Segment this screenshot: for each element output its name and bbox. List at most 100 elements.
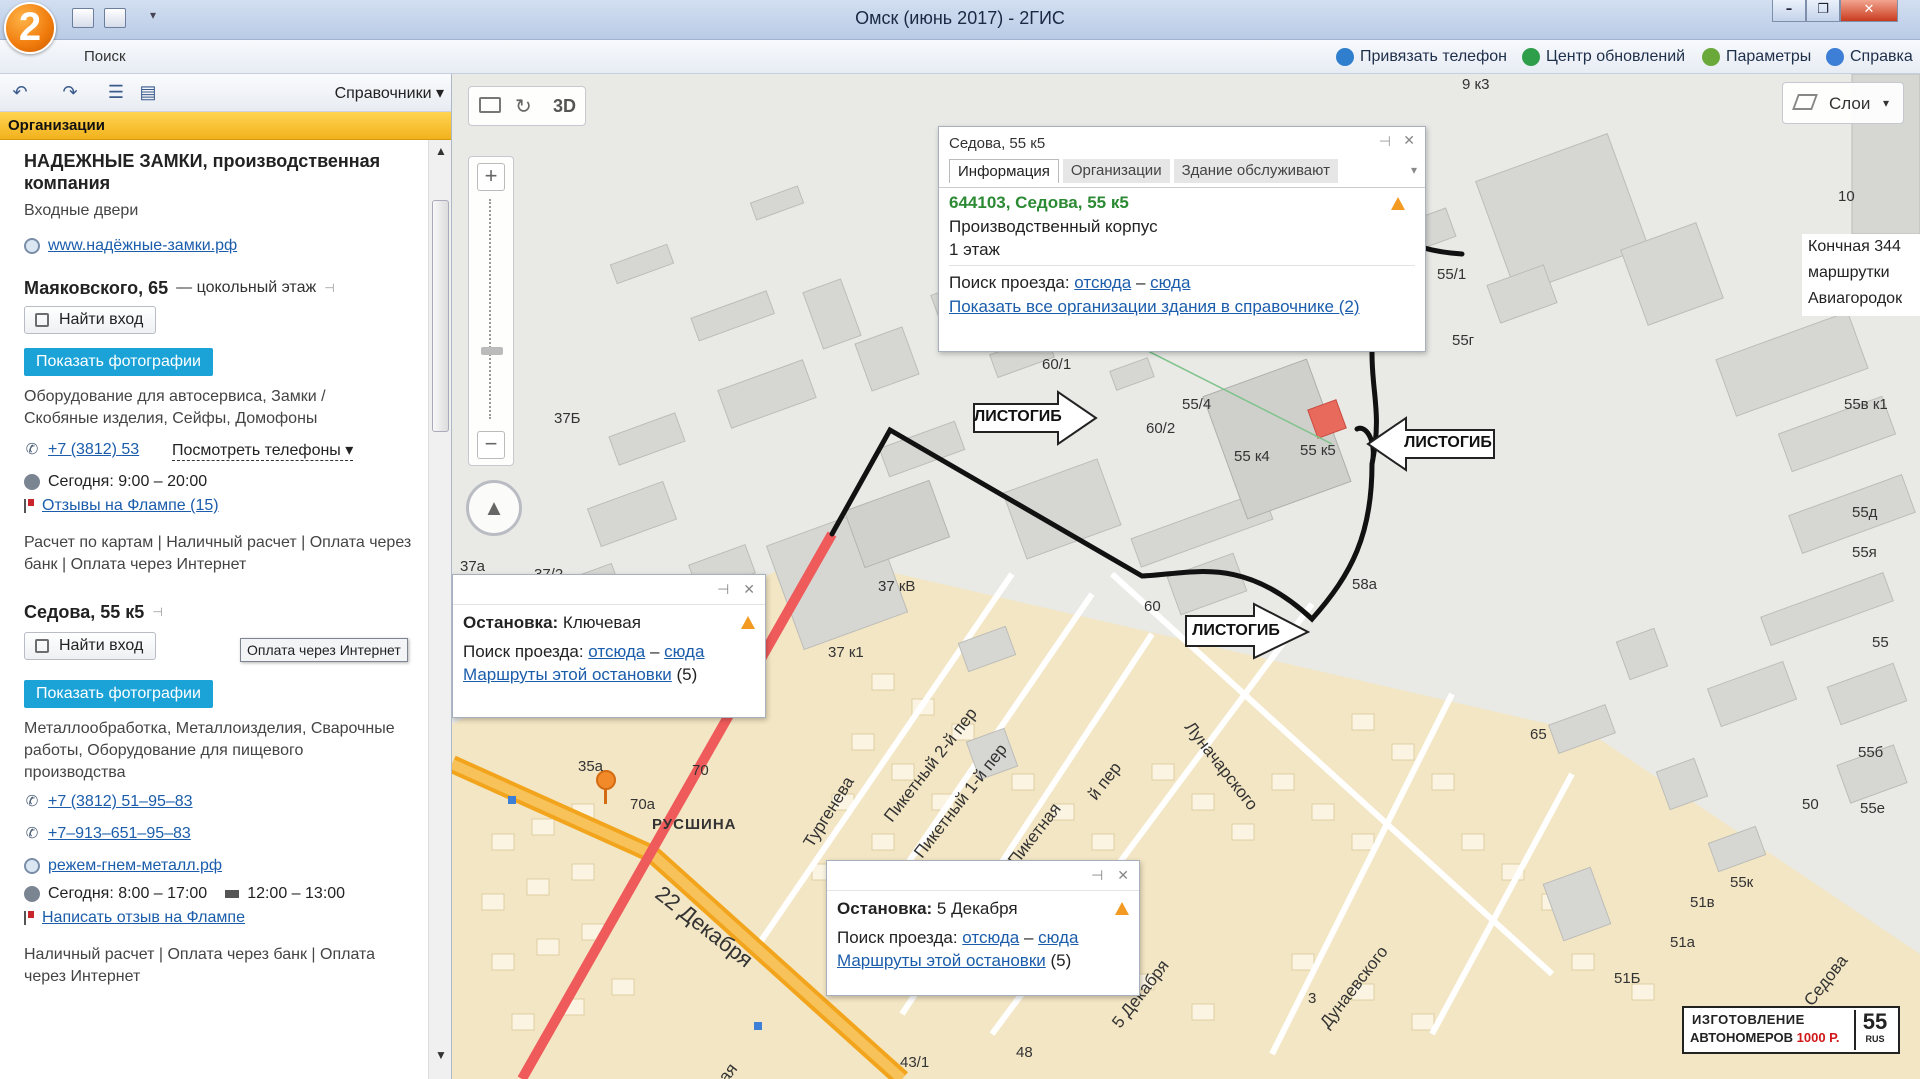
address-note: — цокольный этаж (176, 279, 317, 296)
scroll-up-icon[interactable]: ▲ (435, 144, 447, 158)
show-photos-button[interactable]: Показать фотографии (24, 348, 213, 376)
link-bind-phone[interactable]: Привязать телефон (1336, 44, 1507, 70)
stop-routes-link[interactable]: Маршруты этой остановки (463, 665, 672, 684)
chevron-down-icon: ▾ (1883, 96, 1890, 110)
zoom-in-button[interactable]: + (477, 163, 505, 191)
close-popup-icon[interactable]: ✕ (1117, 867, 1129, 884)
route-from-link[interactable]: отсюда (588, 642, 645, 661)
org-mobile-link[interactable]: +7–913–651–95–83 (48, 825, 191, 843)
pin-icon[interactable]: ⊣ (324, 281, 334, 295)
stop-routes-row: Маршруты этой остановки (5) (837, 949, 1129, 972)
scroll-down-icon[interactable]: ▼ (435, 1048, 447, 1062)
zoom-out-button[interactable]: − (477, 431, 505, 459)
maximize-button[interactable]: ❐ (1806, 0, 1840, 22)
popup-body: Остановка: Ключевая Поиск проезда: отсюд… (453, 605, 765, 692)
pin-popup-icon[interactable]: ⊣ (1091, 867, 1103, 884)
find-entrance-button[interactable]: Найти вход (24, 632, 157, 660)
layers-button[interactable]: Слои ▾ (1782, 82, 1904, 124)
warning-icon[interactable] (741, 616, 755, 629)
note-line: Кончная 344 (1808, 238, 1901, 255)
building-info: Производственный корпус 1 этаж (949, 215, 1158, 261)
route-from-link[interactable]: отсюда (962, 928, 1019, 947)
payment-methods: Расчет по картам | Наличный расчет | Опл… (24, 534, 412, 573)
close-popup-icon[interactable]: ✕ (1403, 132, 1415, 149)
rotate-icon[interactable]: ↻ (515, 94, 532, 119)
app-logo[interactable]: 2 (4, 2, 56, 54)
org-subtitle: Входные двери (24, 202, 139, 219)
door-icon (35, 313, 49, 327)
warning-icon[interactable] (1391, 197, 1405, 210)
ad-banner[interactable]: ИЗГОТОВЛЕНИЕ АВТОНОМЕРОВ 1000 Р. 55 RUS (1682, 1006, 1900, 1054)
popup-header: ⊣ ✕ (453, 575, 765, 605)
reviews-link[interactable]: Отзывы на Флампе (15) (42, 497, 219, 515)
map-view[interactable]: 9 к3 10 55/1 55г 55в к1 55д 55я 55 55б 5… (452, 74, 1920, 1079)
map-label: 35а (578, 758, 604, 775)
find-entrance-button[interactable]: Найти вход (24, 306, 157, 334)
link-settings[interactable]: Параметры (1702, 44, 1811, 70)
write-review-link[interactable]: Написать отзыв на Флампе (42, 909, 245, 927)
print-list-icon[interactable]: ▤ (136, 82, 160, 102)
link-help[interactable]: Справка (1826, 44, 1913, 70)
refresh-icon (1522, 48, 1540, 66)
route-dash: – (649, 642, 660, 661)
ruler-icon[interactable] (479, 97, 501, 113)
route-to-link[interactable]: сюда (664, 642, 704, 661)
org-categories: Оборудование для автосервиса, Замки / Ск… (24, 388, 326, 427)
org-title[interactable]: НАДЕЖНЫЕ ЗАМКИ, производственная компани… (24, 150, 404, 194)
route-from-link[interactable]: отсюда (1074, 273, 1131, 292)
route-dash: – (1023, 928, 1034, 947)
gear-icon (1702, 48, 1720, 66)
zoom-slider[interactable] (489, 199, 495, 419)
show-photos-button[interactable]: Показать фотографии (24, 680, 213, 708)
close-button[interactable]: ✕ (1840, 0, 1898, 22)
map-label: 43/1 (900, 1054, 930, 1071)
forward-icon[interactable]: ↷ (58, 82, 82, 102)
route-to-link[interactable]: сюда (1150, 273, 1190, 292)
find-entrance-label: Найти вход (59, 311, 144, 328)
tab-info[interactable]: Информация (949, 159, 1059, 183)
org-phone-link[interactable]: +7 (3812) 53 (48, 441, 152, 459)
compass-icon[interactable]: ▲ (466, 480, 522, 536)
pin-popup-icon[interactable]: ⊣ (1379, 133, 1391, 150)
directories-label: Справочники (334, 85, 432, 102)
map-label: 55г (1452, 332, 1475, 349)
pin-popup-icon[interactable]: ⊣ (717, 581, 729, 598)
tab-building-services[interactable]: Здание обслуживают (1173, 159, 1338, 183)
org-address[interactable]: Маяковского, 65 (24, 278, 168, 299)
stop-name: Ключевая (562, 613, 641, 632)
org-address[interactable]: Седова, 55 к5 (24, 602, 144, 623)
map-label: 55 (1872, 634, 1889, 651)
map-label: 55е (1860, 800, 1886, 817)
warning-icon[interactable] (1115, 902, 1129, 915)
scrollbar-thumb[interactable] (432, 200, 449, 432)
route-to-link[interactable]: сюда (1038, 928, 1078, 947)
org-phone-link[interactable]: +7 (3812) 51–95–83 (48, 793, 193, 811)
link-update-center-label: Центр обновлений (1546, 48, 1686, 65)
minimize-button[interactable]: – (1772, 0, 1806, 22)
show-all-orgs-link[interactable]: Показать все организации здания в справо… (949, 297, 1360, 316)
list-icon[interactable]: ☰ (104, 82, 128, 102)
view-phones-dropdown[interactable]: Посмотреть телефоны ▾ (172, 440, 354, 461)
org-website-link[interactable]: режем-гнем-металл.рф (48, 857, 222, 875)
stop-routes-link[interactable]: Маршруты этой остановки (837, 951, 1046, 970)
tab-search[interactable]: Поиск (84, 48, 126, 65)
pin-icon[interactable]: ⊣ (152, 605, 162, 619)
opening-hours: Сегодня: 8:00 – 17:00 (48, 885, 208, 902)
close-popup-icon[interactable]: ✕ (743, 581, 755, 598)
note-line: маршрутки (1808, 264, 1890, 281)
directories-menu[interactable]: Справочники ▾ (335, 83, 444, 103)
zoom-slider-thumb[interactable] (481, 347, 503, 355)
map-label: 51а (1670, 934, 1696, 951)
building-58a (843, 479, 951, 569)
back-icon[interactable]: ↶ (8, 82, 32, 102)
org-website-link[interactable]: www.надёжные-замки.рф (48, 237, 237, 255)
route-label: Поиск проезда: (837, 928, 958, 947)
left-scrollbar[interactable]: ▲ ▼ (428, 140, 451, 1079)
link-bind-phone-label: Привязать телефон (1360, 48, 1507, 65)
globe-icon (24, 238, 40, 254)
left-panel: ↶ ↷ ☰ ▤ Справочники ▾ Организации НАДЕЖН… (0, 74, 452, 1079)
tab-organizations[interactable]: Организации (1062, 159, 1170, 183)
3d-button[interactable]: 3D (553, 96, 576, 117)
link-update-center[interactable]: Центр обновлений (1522, 44, 1685, 70)
tabs-menu-icon[interactable]: ▾ (1411, 163, 1417, 177)
